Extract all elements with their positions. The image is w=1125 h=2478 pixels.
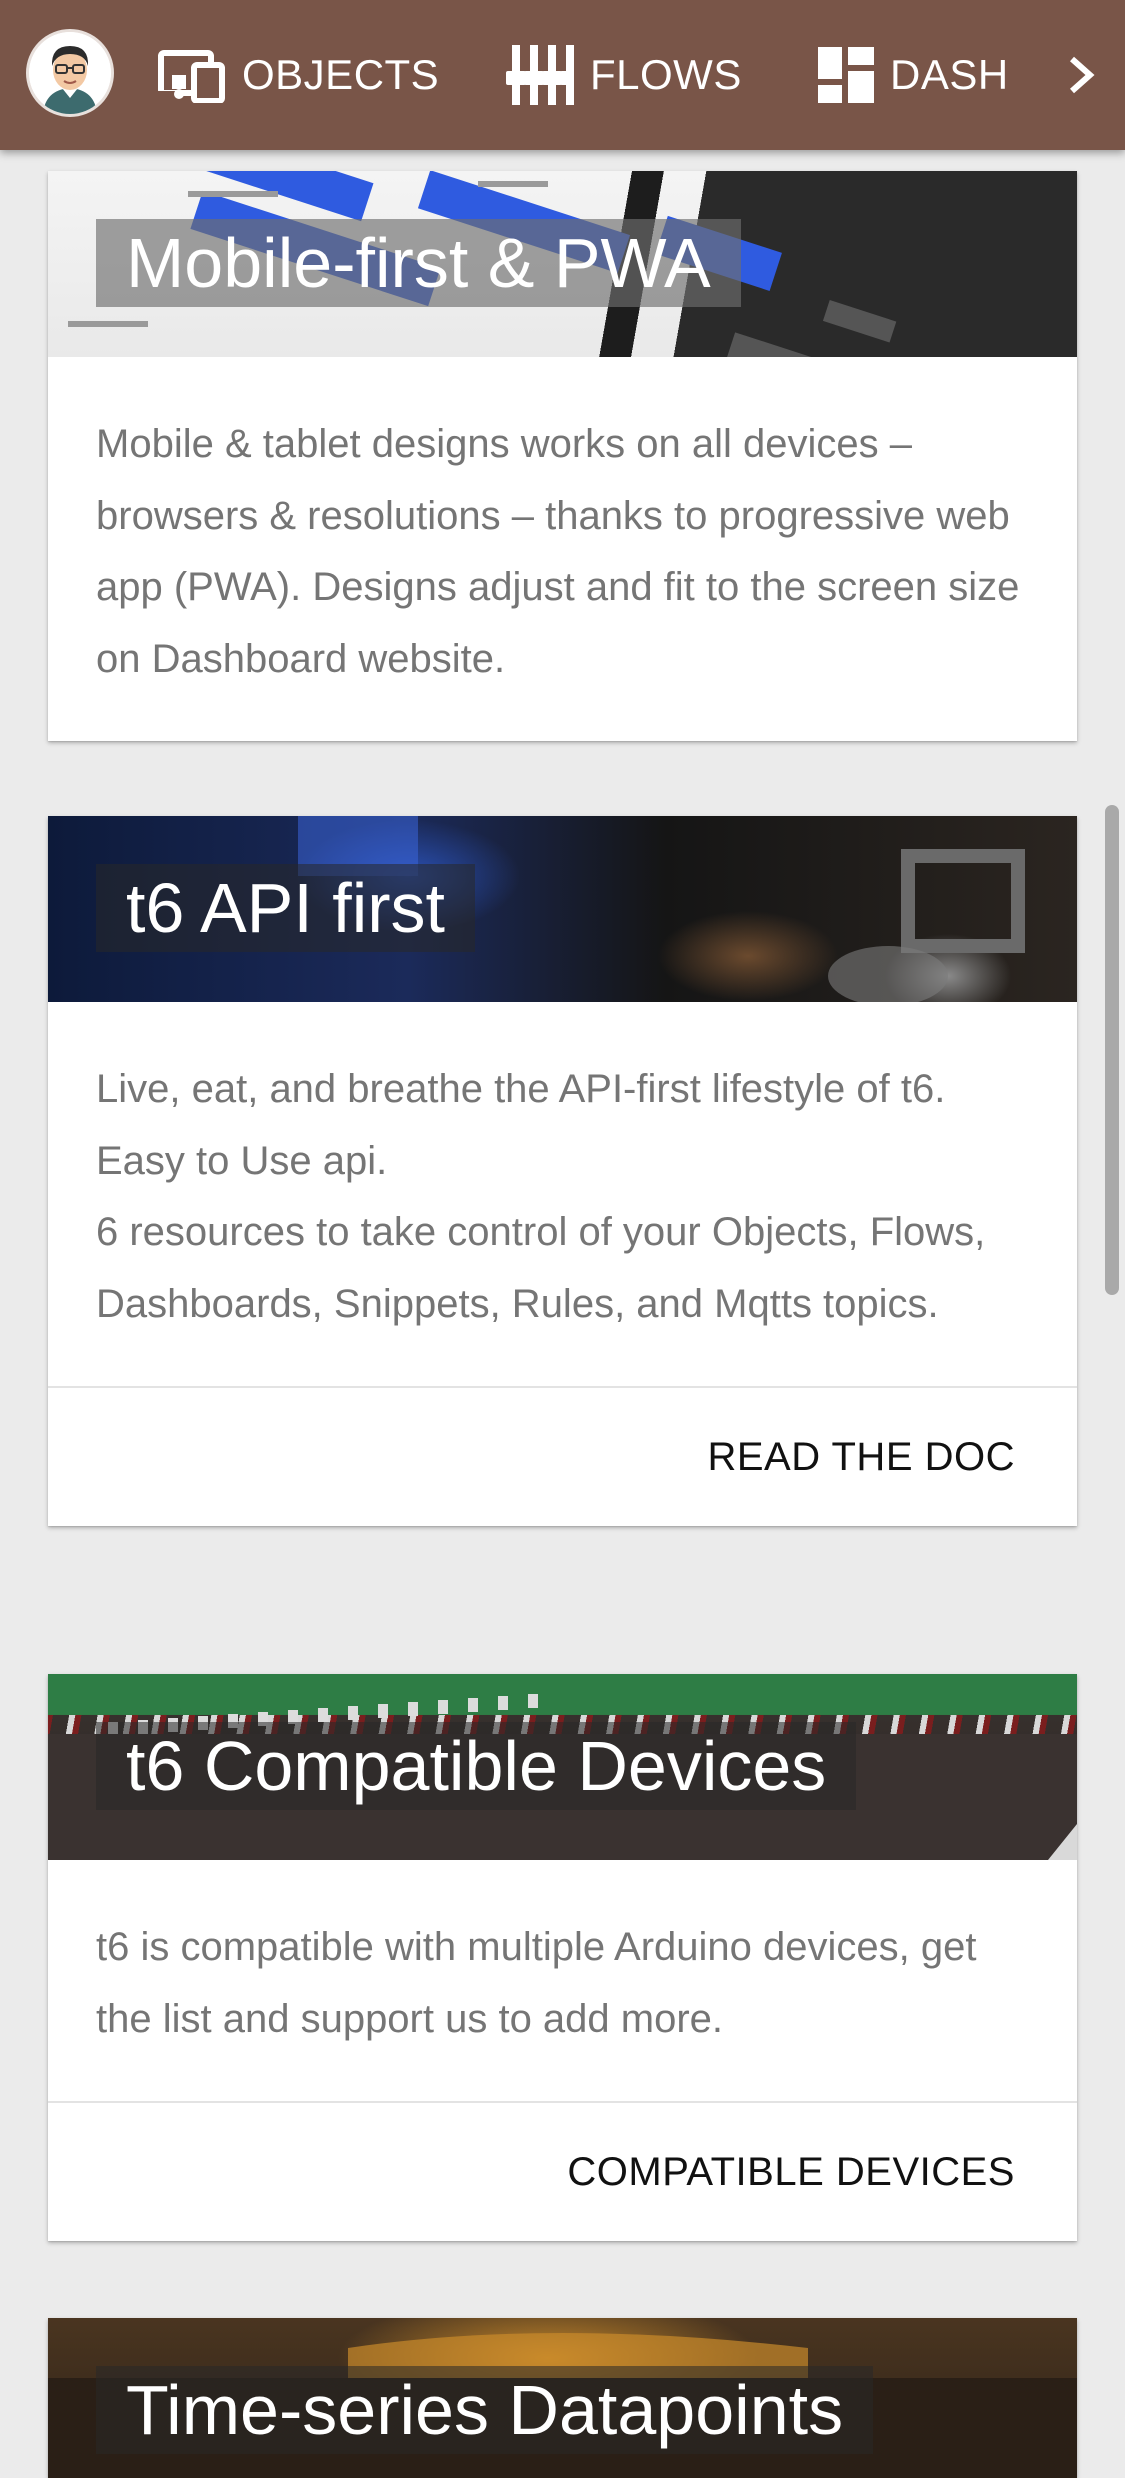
card-description: Live, eat, and breathe the API-first lif… (48, 1002, 1077, 1386)
card-paragraph: Easy to Use api. (96, 1138, 388, 1183)
card-paragraph: 6 resources to take control of your Obje… (96, 1210, 986, 1326)
card-actions: COMPATIBLE DEVICES (48, 2101, 1077, 2241)
card-paragraph: t6 is compatible with multiple Arduino d… (96, 1925, 977, 2041)
card-title: Mobile-first & PWA (96, 219, 741, 307)
nav-scroll-right-button[interactable] (1051, 45, 1111, 105)
avatar-illustration (29, 32, 111, 114)
devices-icon (158, 47, 226, 104)
card-description: Mobile & tablet designs works on all dev… (48, 357, 1077, 741)
card-title: t6 API first (96, 864, 475, 952)
card-image: t6 Compatible Devices (48, 1674, 1077, 1860)
card-description: t6 is compatible with multiple Arduino d… (48, 1860, 1077, 2101)
nav-objects-label: OBJECTS (242, 51, 440, 98)
nav-dash-label: DASH (890, 51, 1008, 98)
card-paragraph: Live, eat, and breathe the API-first lif… (96, 1067, 946, 1111)
nav-objects[interactable]: OBJECTS (158, 0, 439, 150)
tune-sliders-icon (506, 43, 574, 107)
nav-flows[interactable]: FLOWS (506, 0, 742, 150)
card-compatible-devices: t6 Compatible Devices t6 is compatible w… (48, 1674, 1077, 2241)
card-paragraph: Mobile & tablet designs works on all dev… (96, 422, 1020, 681)
card-title: t6 Compatible Devices (96, 1722, 857, 1810)
card-time-series: Time-series Datapoints (48, 2318, 1077, 2478)
card-image: Mobile-first & PWA (48, 171, 1077, 357)
read-the-doc-button[interactable]: READ THE DOC (707, 1435, 1015, 1480)
user-avatar[interactable] (26, 29, 114, 117)
page-scrollbar[interactable] (1105, 805, 1119, 1295)
nav-dashboards[interactable]: DASH (818, 0, 1008, 150)
card-actions: READ THE DOC (48, 1386, 1077, 1526)
card-mobile-first: Mobile-first & PWA Mobile & tablet desig… (48, 171, 1077, 741)
card-api-first: t6 API first Live, eat, and breathe the … (48, 816, 1077, 1526)
card-image: t6 API first (48, 816, 1077, 1002)
card-image: Time-series Datapoints (48, 2318, 1077, 2478)
dashboard-icon (818, 47, 874, 103)
compatible-devices-button[interactable]: COMPATIBLE DEVICES (567, 2150, 1015, 2195)
card-title: Time-series Datapoints (96, 2366, 874, 2454)
nav-flows-label: FLOWS (590, 51, 742, 98)
top-app-bar: OBJECTS FLOWS DASH (0, 0, 1125, 150)
chevron-right-icon (1070, 56, 1095, 94)
